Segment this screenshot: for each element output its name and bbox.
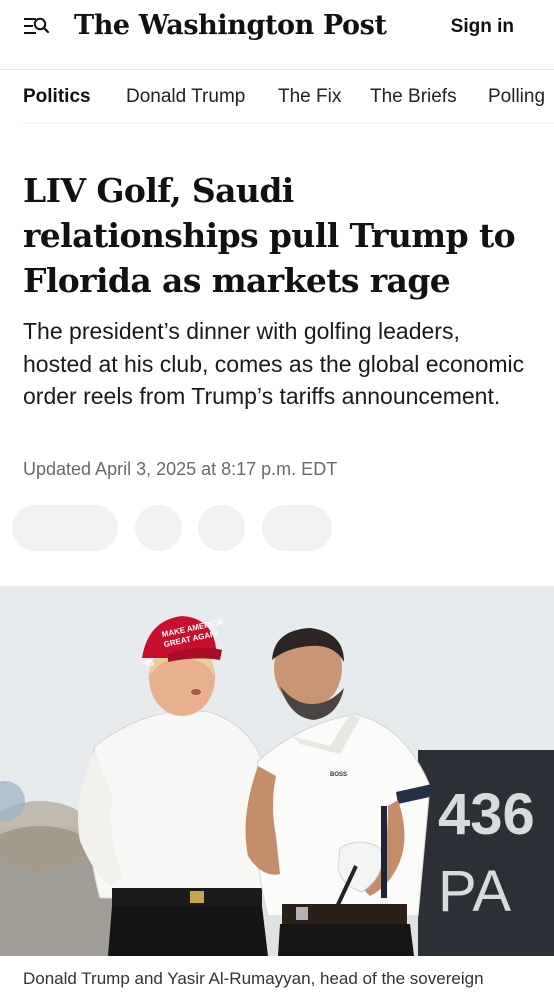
site-logo[interactable]: The Washington Post	[74, 6, 387, 46]
action-button-placeholder[interactable]	[135, 505, 182, 551]
action-button-placeholder[interactable]	[198, 505, 245, 551]
sign-in-button[interactable]: Sign in	[451, 14, 514, 40]
menu-search-icon[interactable]	[22, 14, 52, 40]
article-timestamp: Updated April 3, 2025 at 8:17 p.m. EDT	[23, 459, 338, 479]
nav-item-politics[interactable]: Politics	[23, 84, 91, 110]
svg-text:45: 45	[144, 658, 154, 668]
nav-item-donald-trump[interactable]: Donald Trump	[126, 84, 245, 110]
photo-caption: Donald Trump and Yasir Al-Rumayyan, head…	[23, 969, 484, 988]
article-headline: LIV Golf, Saudi relationships pull Trump…	[23, 171, 516, 300]
comments-button-placeholder[interactable]	[262, 505, 332, 551]
article-dek: The president’s dinner with golfing lead…	[23, 318, 525, 409]
site-header: The Washington Post Sign in	[0, 0, 554, 70]
nav-item-polling[interactable]: Polling	[488, 84, 545, 110]
section-nav: Politics Donald Trump The Fix The Briefs…	[23, 70, 554, 124]
svg-text:436: 436	[438, 782, 535, 847]
nav-item-the-fix[interactable]: The Fix	[278, 84, 341, 110]
share-button-placeholder[interactable]	[12, 505, 118, 551]
svg-text:BOSS: BOSS	[330, 772, 347, 778]
course-sign: 436 PA	[418, 750, 554, 956]
lead-photo: 436 PA MAKE AMERICA GREAT AGAIN 45 BOSS	[0, 586, 554, 956]
nav-item-the-briefs[interactable]: The Briefs	[370, 84, 457, 110]
svg-text:PA: PA	[438, 859, 511, 924]
